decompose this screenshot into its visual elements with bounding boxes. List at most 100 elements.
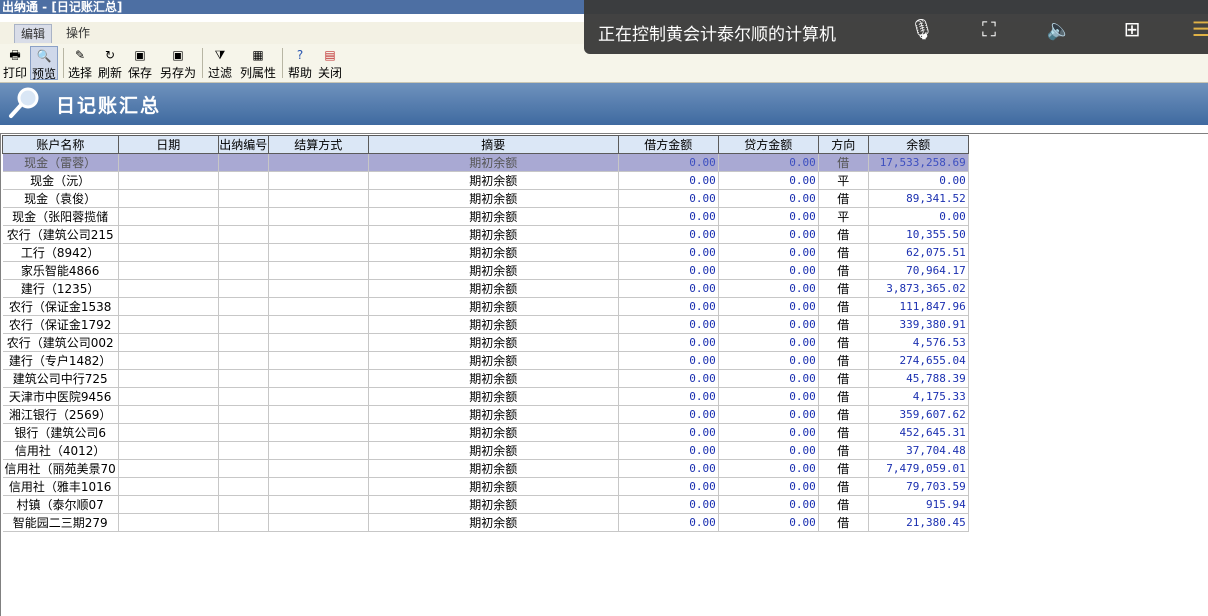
help-button[interactable]: ? 帮助 xyxy=(286,46,314,80)
cell-account: 建行（1235） xyxy=(2,279,119,298)
column-header-account[interactable]: 账户名称 xyxy=(2,135,119,154)
cell-settlement xyxy=(268,279,369,298)
cell-balance: 274,655.04 xyxy=(868,351,969,370)
cell-direction: 借 xyxy=(818,477,869,496)
print-button[interactable]: 🖶 打印 xyxy=(2,46,28,80)
cell-credit: 0.00 xyxy=(718,459,819,478)
cell-debit: 0.00 xyxy=(618,279,719,298)
cell-debit: 0.00 xyxy=(618,189,719,208)
menu-tab-operate[interactable]: 操作 xyxy=(60,24,96,42)
cell-date xyxy=(118,225,219,244)
cell-cashier-no xyxy=(218,459,269,478)
table-row[interactable]: 信用社（4012） 期初余额 0.00 0.00 借 37,704.48 xyxy=(2,441,969,460)
toolbar-separator xyxy=(63,48,64,78)
cell-debit: 0.00 xyxy=(618,333,719,352)
table-row[interactable]: 天津市中医院9456 期初余额 0.00 0.00 借 4,175.33 xyxy=(2,387,969,406)
column-props-icon: ▦ xyxy=(252,48,264,62)
cell-summary: 期初余额 xyxy=(368,513,619,532)
column-header-balance[interactable]: 余额 xyxy=(867,135,969,154)
table-row[interactable]: 信用社（丽苑美景70 期初余额 0.00 0.00 借 7,479,059.01 xyxy=(2,459,969,478)
cell-direction: 借 xyxy=(818,387,869,406)
close-button[interactable]: ▤ 关闭 xyxy=(316,46,344,80)
cell-summary: 期初余额 xyxy=(368,171,619,190)
column-header-cashier-no[interactable]: 出纳编号 xyxy=(217,135,269,154)
cell-direction: 借 xyxy=(818,459,869,478)
table-row[interactable]: 农行（建筑公司002 期初余额 0.00 0.00 借 4,576.53 xyxy=(2,333,969,352)
cell-summary: 期初余额 xyxy=(368,351,619,370)
filter-button[interactable]: ⧩ 过滤 xyxy=(206,46,234,80)
table-row[interactable]: 农行（保证金1792 期初余额 0.00 0.00 借 339,380.91 xyxy=(2,315,969,334)
speaker-icon[interactable]: 🔈 xyxy=(1046,16,1072,42)
cell-date xyxy=(118,153,219,172)
table-row[interactable]: 现金（雷蓉） 期初余额 0.00 0.00 借 17,533,258.69 xyxy=(2,153,969,172)
cell-cashier-no xyxy=(218,369,269,388)
cell-direction: 借 xyxy=(818,333,869,352)
cell-debit: 0.00 xyxy=(618,423,719,442)
refresh-button[interactable]: ↻ 刷新 xyxy=(97,46,123,80)
close-icon: ▤ xyxy=(324,48,336,62)
table-row[interactable]: 现金（沅） 期初余额 0.00 0.00 平 0.00 xyxy=(2,171,969,190)
table-row[interactable]: 建行（1235） 期初余额 0.00 0.00 借 3,873,365.02 xyxy=(2,279,969,298)
column-header-date[interactable]: 日期 xyxy=(117,135,219,154)
cell-summary: 期初余额 xyxy=(368,153,619,172)
cell-cashier-no xyxy=(218,405,269,424)
cell-date xyxy=(118,333,219,352)
cell-direction: 借 xyxy=(818,441,869,460)
cell-settlement xyxy=(268,171,369,190)
cell-credit: 0.00 xyxy=(718,225,819,244)
cell-cashier-no xyxy=(218,189,269,208)
table-row[interactable]: 现金（袁俊） 期初余额 0.00 0.00 借 89,341.52 xyxy=(2,189,969,208)
cell-balance: 79,703.59 xyxy=(868,477,969,496)
cell-debit: 0.00 xyxy=(618,207,719,226)
preview-button[interactable]: 🔍 预览 xyxy=(30,46,58,81)
cell-direction: 借 xyxy=(818,153,869,172)
add-window-icon[interactable]: ⊞ xyxy=(1119,16,1145,42)
help-icon: ? xyxy=(296,48,304,62)
column-header-direction[interactable]: 方向 xyxy=(817,135,869,154)
cell-cashier-no xyxy=(218,477,269,496)
cell-debit: 0.00 xyxy=(618,459,719,478)
table-row[interactable]: 银行（建筑公司6 期初余额 0.00 0.00 借 452,645.31 xyxy=(2,423,969,442)
journal-summary-grid[interactable]: 账户名称 日期 出纳编号 结算方式 摘要 借方金额 贷方金额 方向 余额 现金（… xyxy=(0,133,1208,616)
cell-cashier-no xyxy=(218,513,269,532)
select-button[interactable]: ✎ 选择 xyxy=(67,46,93,80)
cell-debit: 0.00 xyxy=(618,225,719,244)
cell-summary: 期初余额 xyxy=(368,243,619,262)
cell-settlement xyxy=(268,351,369,370)
table-row[interactable]: 建筑公司中行725 期初余额 0.00 0.00 借 45,788.39 xyxy=(2,369,969,388)
menu-tab-edit[interactable]: 编辑 xyxy=(14,24,53,43)
microphone-icon[interactable]: 🎙 xyxy=(909,16,935,42)
cell-direction: 借 xyxy=(818,189,869,208)
table-row[interactable]: 智能园二三期279 期初余额 0.00 0.00 借 21,380.45 xyxy=(2,513,969,532)
cell-direction: 借 xyxy=(818,423,869,442)
cell-account: 现金（雷蓉） xyxy=(2,153,119,172)
table-row[interactable]: 农行（建筑公司215 期初余额 0.00 0.00 借 10,355.50 xyxy=(2,225,969,244)
table-row[interactable]: 建行（专户1482） 期初余额 0.00 0.00 借 274,655.04 xyxy=(2,351,969,370)
table-row[interactable]: 家乐智能4866 期初余额 0.00 0.00 借 70,964.17 xyxy=(2,261,969,280)
table-row[interactable]: 信用社（雅丰1016 期初余额 0.00 0.00 借 79,703.59 xyxy=(2,477,969,496)
column-header-credit[interactable]: 贷方金额 xyxy=(717,135,819,154)
column-header-settlement[interactable]: 结算方式 xyxy=(267,135,369,154)
table-row[interactable]: 农行（保证金1538 期初余额 0.00 0.00 借 111,847.96 xyxy=(2,297,969,316)
column-props-button[interactable]: ▦ 列属性 xyxy=(238,46,278,80)
cell-account: 农行（保证金1538 xyxy=(2,297,119,316)
table-row[interactable]: 湘江银行（2569） 期初余额 0.00 0.00 借 359,607.62 xyxy=(2,405,969,424)
screenshot-icon[interactable]: ⛶ xyxy=(976,16,1002,42)
save-icon: ▣ xyxy=(134,48,146,62)
cell-debit: 0.00 xyxy=(618,405,719,424)
save-as-button[interactable]: ▣ 另存为 xyxy=(158,46,198,80)
table-row[interactable]: 现金（张阳蓉揽储 期初余额 0.00 0.00 平 0.00 xyxy=(2,207,969,226)
cell-balance: 452,645.31 xyxy=(868,423,969,442)
column-header-summary[interactable]: 摘要 xyxy=(367,135,619,154)
cell-account: 信用社（雅丰1016 xyxy=(2,477,119,496)
cell-date xyxy=(118,171,219,190)
more-icon[interactable]: ☰ xyxy=(1188,16,1208,42)
column-header-debit[interactable]: 借方金额 xyxy=(617,135,719,154)
cell-balance: 37,704.48 xyxy=(868,441,969,460)
table-row[interactable]: 村镇（泰尔顺07 期初余额 0.00 0.00 借 915.94 xyxy=(2,495,969,514)
table-row[interactable]: 工行（8942） 期初余额 0.00 0.00 借 62,075.51 xyxy=(2,243,969,262)
save-button[interactable]: ▣ 保存 xyxy=(127,46,153,80)
cell-debit: 0.00 xyxy=(618,513,719,532)
cell-date xyxy=(118,279,219,298)
cell-balance: 10,355.50 xyxy=(868,225,969,244)
